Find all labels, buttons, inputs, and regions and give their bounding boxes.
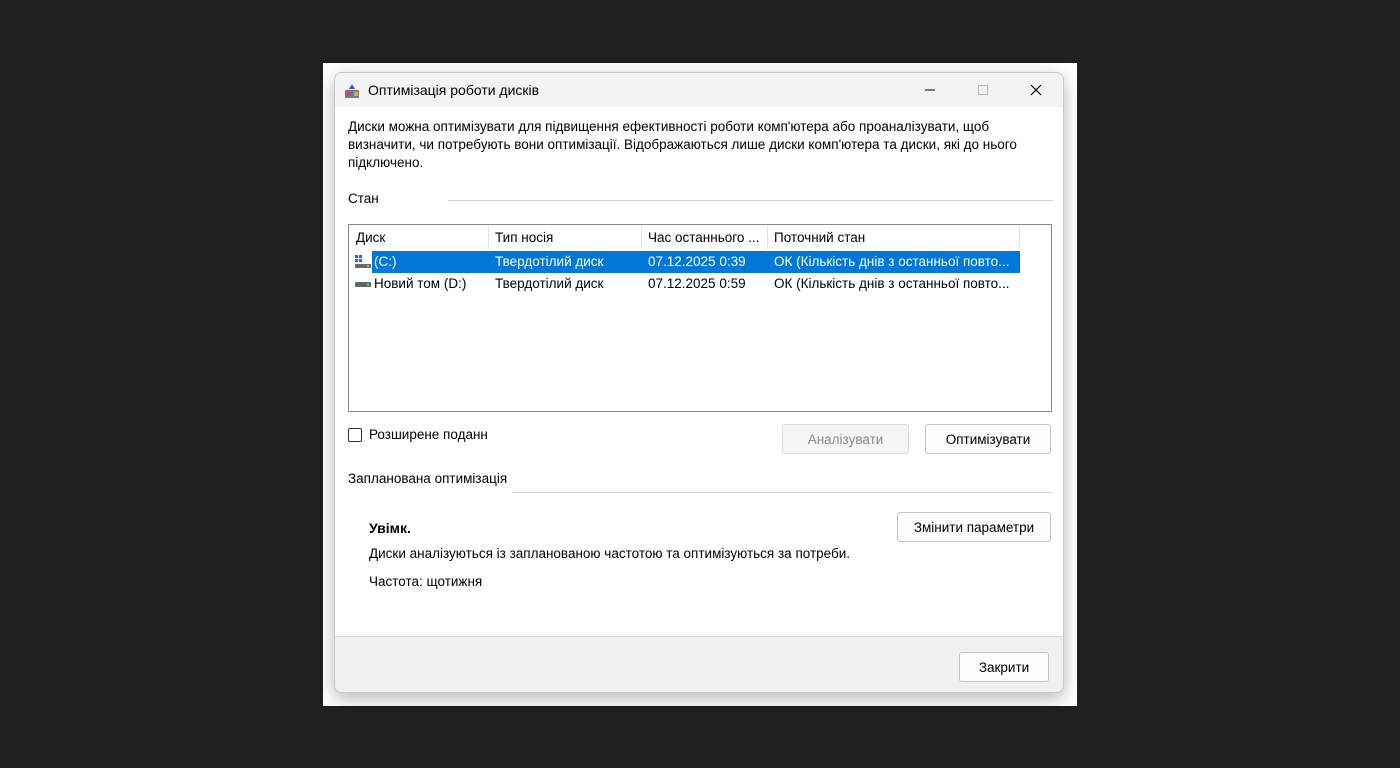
maximize-button[interactable] <box>956 73 1010 107</box>
schedule-frequency: Частота: щотижня <box>369 574 483 589</box>
close-icon <box>1030 84 1042 96</box>
drive-name: Новий том (D:) <box>374 276 467 291</box>
status-separator <box>448 200 1053 201</box>
window-title: Оптимізація роботи дисків <box>368 82 540 98</box>
advanced-view-label[interactable]: Розширене поданн <box>369 427 488 442</box>
window-description: Диски можна оптимізувати для підвищення … <box>348 119 1017 170</box>
minimize-button[interactable] <box>903 73 957 107</box>
column-header-current-state[interactable]: Поточний стан <box>768 226 1020 250</box>
column-header-media-type[interactable]: Тип носія <box>489 226 642 250</box>
column-header-last-run[interactable]: Час останнього ... <box>642 226 768 250</box>
advanced-view-checkbox[interactable] <box>348 428 362 442</box>
schedule-separator <box>512 492 1053 493</box>
dialog-footer: Закрити <box>335 636 1063 692</box>
status-section-label: Стан <box>348 191 379 206</box>
column-header-drive[interactable]: Диск <box>350 226 489 250</box>
drive-last-run: 07.12.2025 0:59 <box>648 276 746 291</box>
schedule-description: Диски аналізуються із запланованою часто… <box>369 546 851 561</box>
drive-icon <box>355 282 371 287</box>
schedule-state: Увімк. <box>369 520 411 536</box>
drives-list-header: Диск Тип носія Час останнього ... Поточн… <box>350 226 1050 250</box>
drive-name: (C:) <box>374 254 397 269</box>
maximize-icon <box>978 85 988 95</box>
defrag-app-icon <box>345 84 359 98</box>
drives-list[interactable]: Диск Тип носія Час останнього ... Поточн… <box>348 224 1052 412</box>
optimize-drives-window: Оптимізація роботи дисків Диски можна оп… <box>334 72 1064 693</box>
system-drive-icon <box>355 255 371 268</box>
close-button[interactable]: Закрити <box>959 652 1049 682</box>
schedule-section-label: Запланована оптимізація <box>348 471 508 486</box>
close-window-button[interactable] <box>1009 73 1063 107</box>
drive-media-type: Твердотілий диск <box>495 276 604 291</box>
analyze-button[interactable]: Аналізувати <box>782 424 909 454</box>
title-bar[interactable]: Оптимізація роботи дисків <box>335 73 1063 107</box>
minimize-icon <box>925 89 935 91</box>
drive-row-d[interactable]: Новий том (D:) Твердотілий диск 07.12.20… <box>350 273 1020 295</box>
drive-current-state: ОК (Кількість днів з останньої повто... <box>774 254 1010 269</box>
drive-media-type: Твердотілий диск <box>495 254 604 269</box>
drive-row-c[interactable]: (C:) Твердотілий диск 07.12.2025 0:39 ОК… <box>350 251 1020 273</box>
change-settings-button[interactable]: Змінити параметри <box>897 512 1051 542</box>
drive-last-run: 07.12.2025 0:39 <box>648 254 746 269</box>
optimize-button[interactable]: Оптимізувати <box>925 424 1051 454</box>
drive-current-state: ОК (Кількість днів з останньої повто... <box>774 276 1010 291</box>
